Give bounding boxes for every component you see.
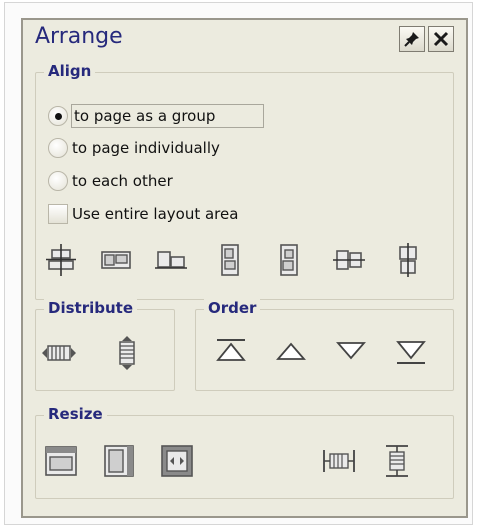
align-option-page-group[interactable]: to page as a group [48, 103, 265, 129]
resize-same-size-button[interactable] [158, 442, 196, 480]
align-left-button[interactable] [97, 241, 135, 279]
radio-button[interactable] [48, 171, 68, 191]
resize-same-height-icon [104, 445, 134, 477]
bring-forward-icon [276, 342, 306, 360]
align-middle-horizontal-icon [333, 250, 365, 270]
send-backward-icon [336, 342, 366, 360]
use-entire-layout-area-checkbox[interactable]: Use entire layout area [48, 201, 238, 227]
resize-group: Resize [35, 405, 454, 499]
checkbox[interactable] [48, 204, 68, 224]
align-option-label: to each other [72, 172, 173, 190]
resize-same-size-icon [161, 445, 193, 477]
align-middle-vertical-button[interactable] [389, 241, 427, 279]
align-option-each-other[interactable]: to each other [48, 168, 173, 194]
align-middle-horizontal-button[interactable] [330, 241, 368, 279]
bring-forward-button[interactable] [272, 332, 310, 370]
align-option-page-individually[interactable]: to page individually [48, 135, 220, 161]
resize-same-width-button[interactable] [42, 442, 80, 480]
align-top-stack-icon [221, 244, 239, 276]
align-group: Align to page as a group to page individ… [35, 62, 454, 300]
align-top-stack-button[interactable] [211, 241, 249, 279]
align-bottom-stack-button[interactable] [270, 241, 308, 279]
fit-height-button[interactable] [378, 442, 416, 480]
align-center-icon [46, 244, 76, 276]
bring-to-front-icon [216, 339, 246, 361]
align-legend: Align [44, 62, 96, 80]
distribute-vertically-button[interactable] [108, 334, 146, 372]
fit-width-button[interactable] [320, 442, 358, 480]
align-option-label: to page individually [72, 139, 220, 157]
distribute-horizontally-button[interactable] [40, 334, 78, 372]
checkbox-label: Use entire layout area [72, 205, 239, 223]
bring-to-front-button[interactable] [212, 332, 250, 370]
align-bottom-button[interactable] [152, 241, 190, 279]
panel-title: Arrange [35, 24, 123, 49]
resize-legend: Resize [44, 405, 107, 423]
align-left-icon [101, 251, 131, 269]
align-center-button[interactable] [42, 241, 80, 279]
send-backward-button[interactable] [332, 332, 370, 370]
panel-titlebar: Arrange [23, 20, 466, 56]
align-bottom-icon [155, 251, 187, 269]
distribute-group: Distribute [35, 299, 175, 391]
align-middle-vertical-icon [399, 243, 417, 277]
send-to-back-button[interactable] [392, 332, 430, 370]
distribute-legend: Distribute [44, 299, 137, 317]
radio-button[interactable] [48, 138, 68, 158]
fit-height-icon [386, 445, 408, 477]
distribute-vertically-icon [119, 336, 135, 370]
resize-same-width-icon [45, 446, 77, 476]
radio-button[interactable] [48, 106, 68, 126]
distribute-horizontally-icon [42, 345, 76, 361]
arrange-panel: Arrange Align to page as a group to page… [21, 18, 468, 518]
align-bottom-stack-icon [280, 244, 298, 276]
align-option-label: to page as a group [70, 104, 265, 128]
order-group: Order [195, 299, 454, 391]
pin-button[interactable] [399, 26, 425, 52]
fit-width-icon [323, 450, 355, 472]
resize-same-height-button[interactable] [100, 442, 138, 480]
close-button[interactable] [428, 26, 454, 52]
order-legend: Order [204, 299, 261, 317]
send-to-back-icon [396, 341, 426, 364]
